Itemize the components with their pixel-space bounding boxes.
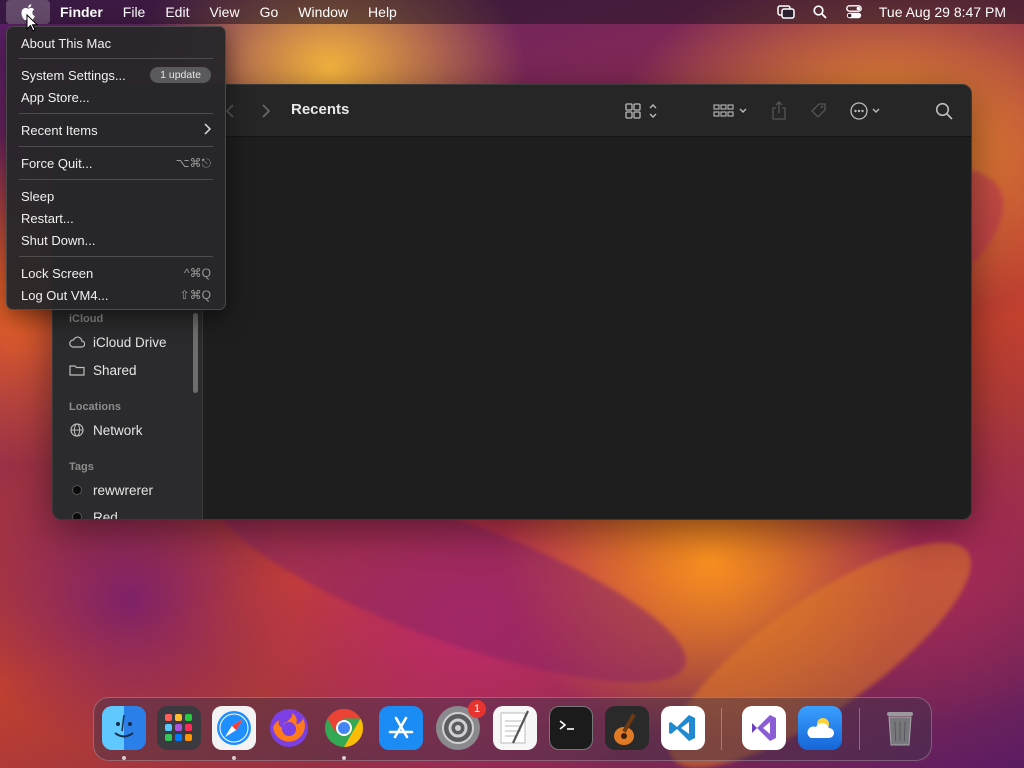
- tag-dot-icon: [72, 485, 82, 495]
- menu-item-label: Log Out VM4...: [21, 287, 109, 303]
- sidebar-item-label: Network: [93, 422, 143, 438]
- menu-item-label: Lock Screen: [21, 265, 94, 281]
- sidebar-item-label: iCloud Drive: [93, 334, 167, 350]
- notification-badge: 1: [468, 700, 486, 718]
- running-indicator: [122, 756, 126, 760]
- mouse-cursor-icon: [26, 13, 39, 37]
- update-badge: 1 update: [150, 67, 211, 83]
- menu-item-shut-down[interactable]: Shut Down...: [21, 230, 211, 250]
- menu-view[interactable]: View: [199, 0, 249, 24]
- chevron-right-icon: [203, 122, 212, 138]
- sidebar-item-icloud-drive[interactable]: iCloud Drive: [69, 334, 167, 350]
- control-center-icon[interactable]: [837, 0, 871, 24]
- firefox-icon[interactable]: [267, 706, 311, 750]
- menu-bar-clock[interactable]: Tue Aug 29 8:47 PM: [871, 4, 1006, 20]
- spotlight-search-icon[interactable]: [803, 0, 837, 24]
- shared-folder-icon: [69, 362, 85, 378]
- terminal-icon[interactable]: [549, 706, 593, 750]
- menu-item-label: Force Quit...: [21, 155, 93, 171]
- launchpad-icon[interactable]: [157, 706, 201, 750]
- globe-icon: [69, 422, 85, 438]
- menu-item-label: App Store...: [21, 89, 90, 105]
- menu-finder[interactable]: Finder: [50, 0, 113, 24]
- menu-bar: Finder File Edit View Go Window Help Tue…: [0, 0, 1024, 24]
- view-mode-icon[interactable]: [625, 99, 661, 123]
- menu-item-label: Sleep: [21, 188, 55, 204]
- finder-toolbar: Recents: [203, 85, 971, 137]
- back-chevron-icon[interactable]: [225, 99, 235, 123]
- finder-content-area[interactable]: [203, 137, 971, 519]
- tag-icon[interactable]: [809, 99, 829, 123]
- menu-item-label: Recent Items: [21, 122, 98, 138]
- shortcut-label: ^⌘Q: [184, 266, 211, 280]
- share-icon[interactable]: [771, 99, 787, 123]
- visual-studio-icon[interactable]: [742, 706, 786, 750]
- trash-icon[interactable]: [878, 706, 922, 750]
- menu-item-force-quit[interactable]: Force Quit... ⌥⌘⎋: [21, 153, 211, 173]
- menu-file[interactable]: File: [113, 0, 156, 24]
- garageband-icon[interactable]: [605, 706, 649, 750]
- chrome-icon[interactable]: [322, 706, 366, 750]
- textedit-icon[interactable]: [493, 706, 537, 750]
- system-settings-icon[interactable]: 1: [436, 700, 486, 750]
- menu-separator: [19, 113, 213, 114]
- tag-dot-icon: [72, 512, 82, 519]
- menu-separator: [19, 179, 213, 180]
- dock-divider: [859, 708, 860, 750]
- sidebar-item-network[interactable]: Network: [69, 422, 143, 438]
- weather-icon[interactable]: [798, 706, 842, 750]
- search-icon[interactable]: [935, 99, 953, 123]
- menu-item-lock-screen[interactable]: Lock Screen ^⌘Q: [21, 263, 211, 283]
- menu-edit[interactable]: Edit: [155, 0, 199, 24]
- menu-help[interactable]: Help: [358, 0, 407, 24]
- sidebar-section-icloud: iCloud: [69, 313, 104, 325]
- sidebar-item-label: Shared: [93, 362, 137, 378]
- sidebar-section-locations: Locations: [69, 401, 121, 413]
- menu-go[interactable]: Go: [250, 0, 289, 24]
- menu-item-label: About This Mac: [21, 35, 112, 51]
- running-indicator: [232, 756, 236, 760]
- menu-item-app-store[interactable]: App Store...: [21, 87, 211, 107]
- sidebar-scrollbar[interactable]: [193, 313, 198, 393]
- menu-item-recent-items[interactable]: Recent Items: [21, 120, 212, 140]
- menu-window[interactable]: Window: [288, 0, 358, 24]
- menu-item-label: Shut Down...: [21, 232, 96, 248]
- menu-item-sleep[interactable]: Sleep: [21, 186, 211, 206]
- sidebar-item-label: rewwrerer: [93, 482, 154, 498]
- menu-item-restart[interactable]: Restart...: [21, 208, 211, 228]
- sidebar-item-label: Red: [93, 509, 118, 520]
- menu-separator: [19, 256, 213, 257]
- sidebar-section-tags: Tags: [69, 461, 94, 473]
- shortcut-label: ⌥⌘⎋: [175, 155, 211, 170]
- app-store-icon[interactable]: [379, 706, 423, 750]
- running-indicator: [342, 756, 346, 760]
- more-actions-icon[interactable]: [849, 99, 885, 123]
- dock-divider: [721, 708, 722, 750]
- menu-item-system-settings[interactable]: System Settings... 1 update: [21, 65, 211, 85]
- dock: 1: [93, 697, 932, 761]
- safari-icon[interactable]: [212, 706, 256, 750]
- menu-item-label: System Settings...: [21, 67, 126, 83]
- menu-item-label: Restart...: [21, 210, 74, 226]
- finder-window-title: Recents: [291, 101, 350, 118]
- apple-menu-dropdown: About This Mac System Settings... 1 upda…: [6, 26, 226, 310]
- menu-separator: [19, 58, 213, 59]
- group-by-icon[interactable]: [713, 99, 749, 123]
- menu-item-log-out[interactable]: Log Out VM4... ⇧⌘Q: [21, 285, 211, 305]
- vscode-icon[interactable]: [661, 706, 705, 750]
- screen-mirroring-icon[interactable]: [769, 0, 803, 24]
- menu-separator: [19, 146, 213, 147]
- cloud-icon: [69, 334, 85, 350]
- forward-chevron-icon[interactable]: [261, 99, 271, 123]
- finder-icon[interactable]: [102, 706, 146, 750]
- sidebar-item-tag-red[interactable]: Red: [69, 509, 118, 520]
- menu-item-about-this-mac[interactable]: About This Mac: [21, 33, 211, 53]
- sidebar-item-shared[interactable]: Shared: [69, 362, 137, 378]
- shortcut-label: ⇧⌘Q: [179, 288, 211, 302]
- sidebar-item-tag-rewwrerer[interactable]: rewwrerer: [69, 482, 153, 498]
